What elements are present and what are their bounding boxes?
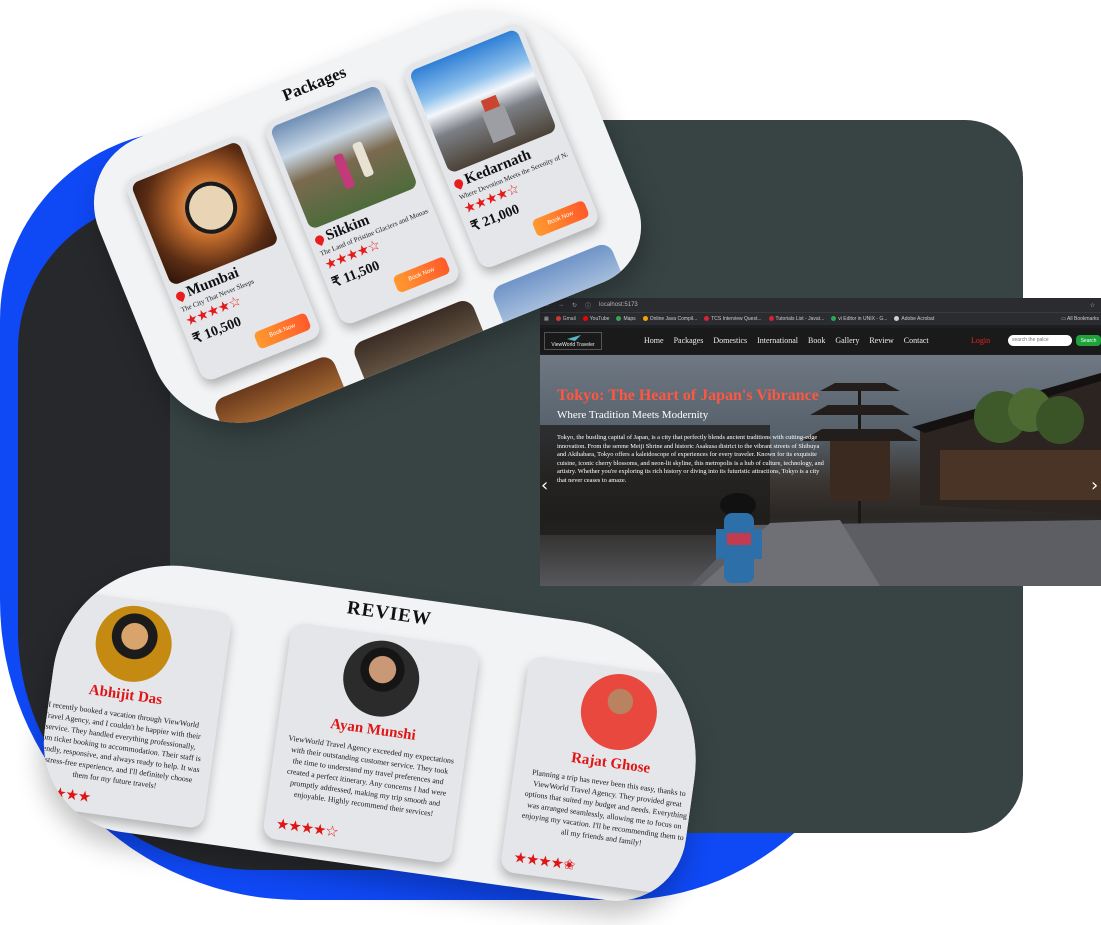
bookmark-item[interactable]: Maps (616, 316, 636, 322)
avatar (575, 669, 662, 755)
review-rating: ★★★★☆ (274, 816, 339, 841)
location-pin-icon (452, 177, 465, 190)
avatar (338, 635, 425, 722)
hero-subtitle: Where Tradition Meets Modernity (557, 409, 709, 421)
location-pin-icon (313, 234, 326, 246)
bookmark-item[interactable]: Online Java Compil... (642, 316, 697, 322)
hero-description: Tokyo, the bustling capital of Japan, is… (557, 434, 824, 484)
reload-icon[interactable]: ↻ (572, 302, 577, 309)
site-navbar: ViewWorld Traveler Home Packages Domesti… (540, 328, 1101, 354)
nav-home[interactable]: Home (644, 336, 664, 345)
review-card: Ayan Munshi ViewWorld Travel Agency exce… (261, 621, 481, 865)
review-card: Rajat Ghose Planning a trip has never be… (499, 655, 714, 898)
nav-contact[interactable]: Contact (904, 336, 929, 345)
nav-gallery[interactable]: Gallery (835, 336, 859, 345)
apps-grid-icon[interactable]: ▦ (544, 316, 549, 322)
logo-plane-icon (567, 335, 581, 341)
bookmark-item[interactable]: Gmail (555, 316, 576, 322)
nav-international[interactable]: International (757, 336, 798, 345)
review-card: Abhijit Das I recently booked a vacation… (32, 586, 233, 830)
bookmark-item[interactable]: Adobe Acrobat (894, 316, 934, 322)
bookmark-item[interactable]: vi Editor in UNIX - G... (831, 316, 887, 322)
bookmark-item[interactable]: TCS Interview Quest... (704, 316, 762, 322)
site-info-icon[interactable]: ⓘ (585, 301, 591, 310)
nav-book[interactable]: Book (808, 336, 825, 345)
hero-slider: Tokyo: The Heart of Japan's Vibrance Whe… (540, 355, 1101, 586)
search-input[interactable]: search the palce (1008, 335, 1072, 346)
chevron-right-icon[interactable]: › (1091, 475, 1098, 496)
star-icon[interactable]: ☆ (1090, 302, 1095, 309)
forward-icon[interactable]: → (558, 302, 564, 308)
hero-title: Tokyo: The Heart of Japan's Vibrance (557, 387, 819, 404)
login-link[interactable]: Login (971, 336, 990, 345)
review-rating: ★★★★✬ (512, 849, 576, 875)
nav-review[interactable]: Review (869, 336, 893, 345)
nav-domestics[interactable]: Domestics (713, 336, 747, 345)
nav-packages[interactable]: Packages (674, 336, 704, 345)
nav-links: Home Packages Domestics International Bo… (644, 336, 929, 345)
bookmark-item[interactable]: Tutorials List - Javat... (768, 316, 824, 322)
review-text: I recently booked a vacation through Vie… (34, 699, 202, 791)
browser-window: ← → ↻ ⓘ localhost:5173 ☆ ▦ Gmail YouTube… (540, 298, 1101, 586)
review-rating: ★★★★★ (32, 781, 92, 807)
chevron-left-icon[interactable]: ‹ (541, 475, 548, 496)
search-button[interactable]: Search (1076, 335, 1101, 346)
location-pin-icon (174, 290, 187, 303)
site-logo[interactable]: ViewWorld Traveler (544, 332, 602, 350)
bookmarks-bar: ▦ Gmail YouTube Maps Online Java Compil.… (540, 312, 1101, 325)
all-bookmarks[interactable]: ▭ All Bookmarks (1061, 316, 1099, 322)
avatar (90, 600, 177, 687)
bookmark-item[interactable]: YouTube (582, 316, 609, 322)
address-bar: ← → ↻ ⓘ localhost:5173 ☆ (540, 298, 1101, 312)
url-text[interactable]: localhost:5173 (599, 302, 638, 308)
